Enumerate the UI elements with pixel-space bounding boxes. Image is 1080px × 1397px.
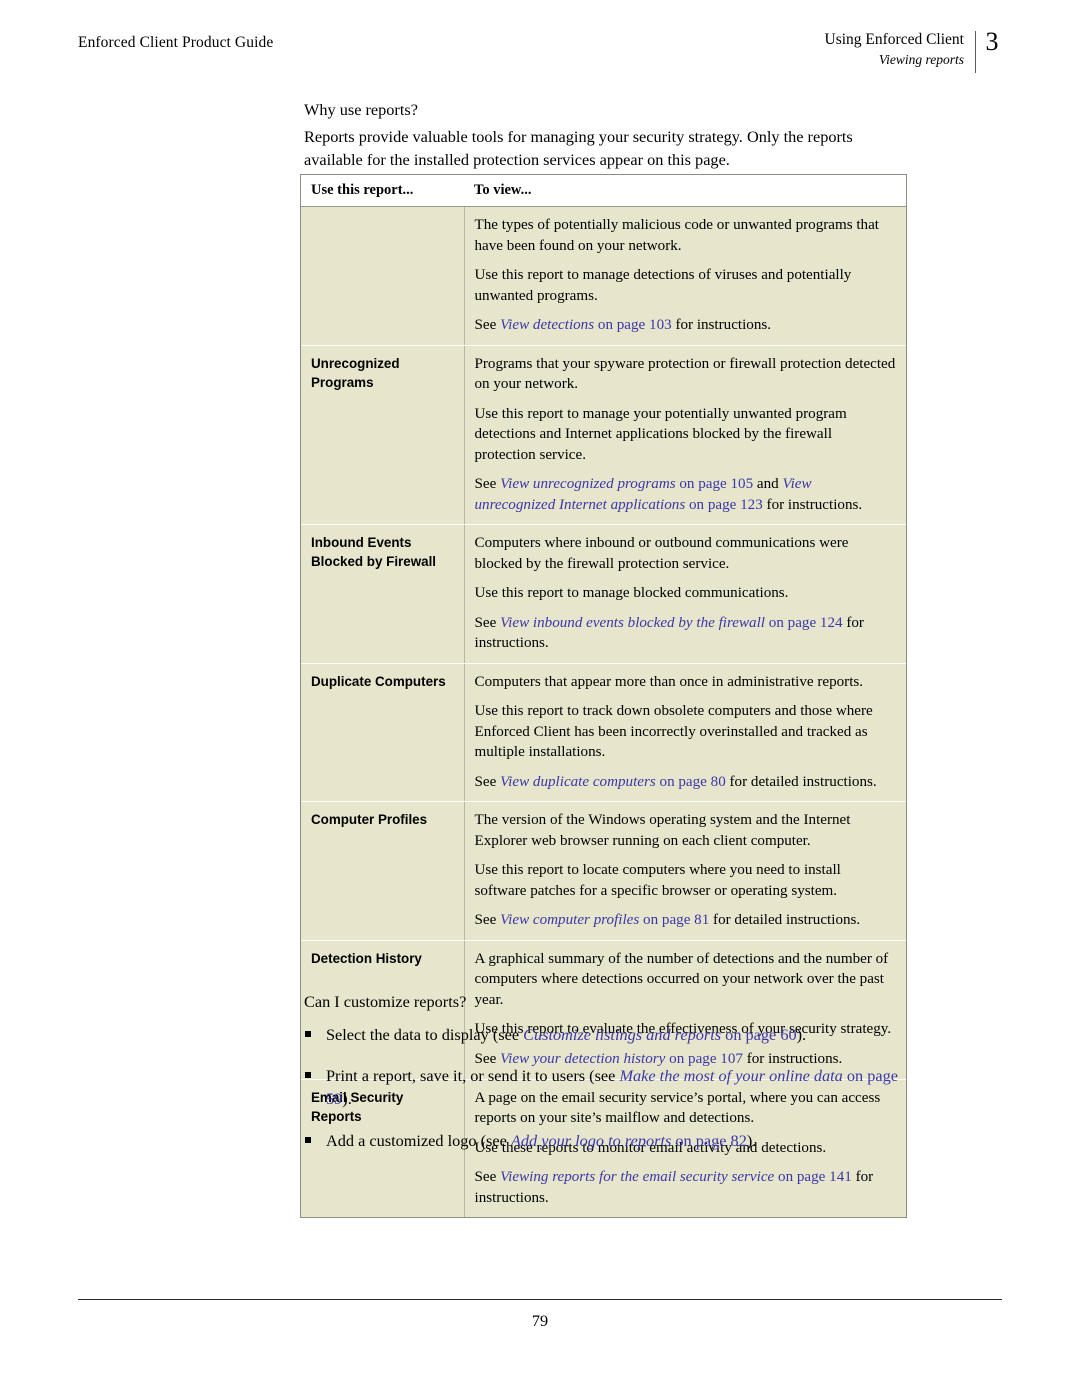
cross-reference-title: Customize listings and reports [523,1025,722,1045]
header-right-block: Using Enforced Client Viewing reports [825,30,964,69]
report-name-cell: Inbound Events Blocked by Firewall [301,524,465,664]
description-paragraph: Use this report to locate computers wher… [474,862,841,899]
cross-reference-line: See View detections on page 103 for inst… [474,317,772,334]
header-section-title: Viewing reports [878,51,964,67]
bullet-square-icon [305,1031,311,1038]
cross-reference-title: Add your logo to reports [510,1130,672,1150]
description-paragraph: Computers where inbound or outbound comm… [474,535,849,572]
report-name-cell [301,206,465,346]
intro-block: Why use reports? Reports provide valuabl… [304,98,910,171]
page-number: 79 [531,1311,549,1330]
list-item: Print a report, save it, or send it to u… [304,1064,919,1110]
description-paragraph: Use this report to manage detections of … [474,267,852,304]
report-name-cell: Duplicate Computers [301,663,465,803]
cross-reference-line: See View inbound events blocked by the f… [474,614,864,652]
report-description-cell: The types of potentially malicious code … [464,206,906,346]
cross-reference-link[interactable]: Make the most of your online data on pag… [326,1066,898,1108]
cross-reference-link[interactable]: View detections on page 103 [500,317,672,333]
description-paragraph: Computers that appear more than once in … [474,673,864,690]
cross-reference-title: Viewing reports for the email security s… [500,1169,775,1186]
cross-reference-page: on page 60 [725,1025,797,1045]
cross-reference-link[interactable]: View inbound events blocked by the firew… [500,615,842,631]
cross-reference-link[interactable]: View unrecognized programs on page 105 [500,476,753,492]
cross-reference-title: View detections [500,317,595,334]
customize-block: Can I customize reports? Select the data… [304,990,919,1152]
table-row: Duplicate Computers Computers that appear… [301,663,906,803]
cross-reference-link[interactable]: Add your logo to reports on page 82 [511,1131,747,1150]
cross-reference-link[interactable]: View computer profiles on page 81 [500,912,709,928]
intro-body: Reports provide valuable tools for manag… [304,127,853,170]
report-name-cell: Unrecognized Programs [301,345,465,526]
column-header-use-this-report: Use this report... [301,175,464,207]
cross-reference-page: on page 80 [659,773,726,790]
document-page: Enforced Client Product Guide Using Enfo… [0,0,1080,1397]
bullet-square-icon [305,1072,311,1079]
column-header-to-view: To view... [464,175,906,207]
description-paragraph: The types of potentially malicious code … [474,217,880,254]
table-row: Inbound Events Blocked by Firewall Comput… [301,524,906,664]
cross-reference-page: on page 82 [675,1130,747,1150]
list-item: Select the data to display (see Customiz… [304,1023,919,1046]
description-paragraph: Programs that your spyware protection or… [474,355,896,393]
cross-reference-line: See Viewing reports for the email securi… [474,1169,874,1206]
cross-reference-link[interactable]: Viewing reports for the email security s… [500,1169,852,1185]
description-paragraph: Use this report to track down obsolete c… [474,703,873,761]
table-row: Computer Profiles The version of the Wind… [301,801,906,941]
table-row: Unrecognized Programs Programs that your … [301,345,906,526]
cross-reference-page: on page 81 [643,912,710,929]
header-chapter-number: 3 [985,27,999,56]
cross-reference-line: See View duplicate computers on page 80 … [474,773,877,790]
customize-bullet-list: Select the data to display (see Customiz… [304,1023,919,1152]
cross-reference-page: on page 141 [778,1169,852,1186]
cross-reference-title: View computer profiles [500,912,640,929]
cross-reference-line: See View computer profiles on page 81 fo… [474,912,861,929]
description-paragraph: The version of the Windows operating sys… [474,812,851,849]
list-item: Add a customized logo (see Add your logo… [304,1129,919,1152]
cross-reference-page: on page 105 [679,476,754,493]
cross-reference-link[interactable]: Customize listings and reports on page 6… [523,1025,796,1044]
footer-rule [78,1299,1002,1300]
cross-reference-page: on page 123 [689,496,763,513]
report-description-cell: The version of the Windows operating sys… [464,801,906,941]
cross-reference-title: View duplicate computers [500,773,656,790]
cross-reference-line: See View unrecognized programs on page 1… [474,476,863,513]
bullet-square-icon [305,1136,311,1143]
header-chapter-title: Using Enforced Client [824,31,964,48]
cross-reference-page: on page 103 [597,317,672,334]
cross-reference-page: on page 124 [768,614,843,631]
description-paragraph: Use this report to manage blocked commun… [474,585,789,602]
description-paragraph: Use this report to manage your potential… [474,405,847,463]
cross-reference-title: View unrecognized programs [500,476,676,493]
table-header-row: Use this report... To view... [301,175,906,207]
cross-reference-title: Make the most of your online data [619,1066,843,1086]
report-description-cell: Programs that your spyware protection or… [464,345,906,526]
report-description-cell: Computers where inbound or outbound comm… [464,524,906,664]
report-name-cell: Computer Profiles [301,801,465,941]
running-header: Enforced Client Product Guide Using Enfo… [78,27,1002,76]
header-divider-rule [975,31,976,73]
table-row: The types of potentially malicious code … [301,206,906,346]
cross-reference-link[interactable]: View duplicate computers on page 80 [500,774,726,790]
intro-question: Why use reports? [304,100,418,119]
report-description-cell: Computers that appear more than once in … [464,663,906,803]
header-left-title: Enforced Client Product Guide [78,34,274,51]
cross-reference-title: View inbound events blocked by the firew… [500,614,765,631]
customize-question: Can I customize reports? [304,992,467,1011]
